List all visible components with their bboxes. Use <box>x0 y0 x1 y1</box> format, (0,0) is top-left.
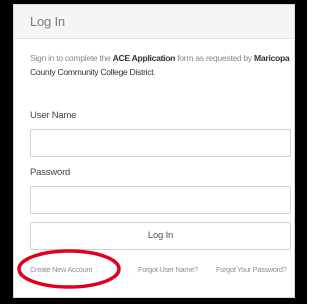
forgot-username-link[interactable]: Forgot User Name? <box>138 265 198 274</box>
page-title: Log In <box>30 14 65 29</box>
password-input[interactable] <box>30 186 291 214</box>
app-name: ACE Application <box>112 53 176 63</box>
org-name-cont: County Community College District <box>30 67 154 77</box>
login-panel: Log In Sign in to complete the ACE Appli… <box>13 4 295 298</box>
create-account-link[interactable]: Create New Account <box>30 265 92 274</box>
login-button[interactable]: Log In <box>30 222 291 250</box>
panel-header: Log In <box>14 5 294 39</box>
org-name: Maricopa <box>254 53 290 63</box>
username-label: User Name <box>30 110 77 121</box>
username-input[interactable] <box>30 129 291 157</box>
password-label: Password <box>30 167 71 178</box>
intro-text: Sign in to complete the ACE Application … <box>30 53 290 77</box>
forgot-password-link[interactable]: Forgot Your Password? <box>216 265 287 274</box>
